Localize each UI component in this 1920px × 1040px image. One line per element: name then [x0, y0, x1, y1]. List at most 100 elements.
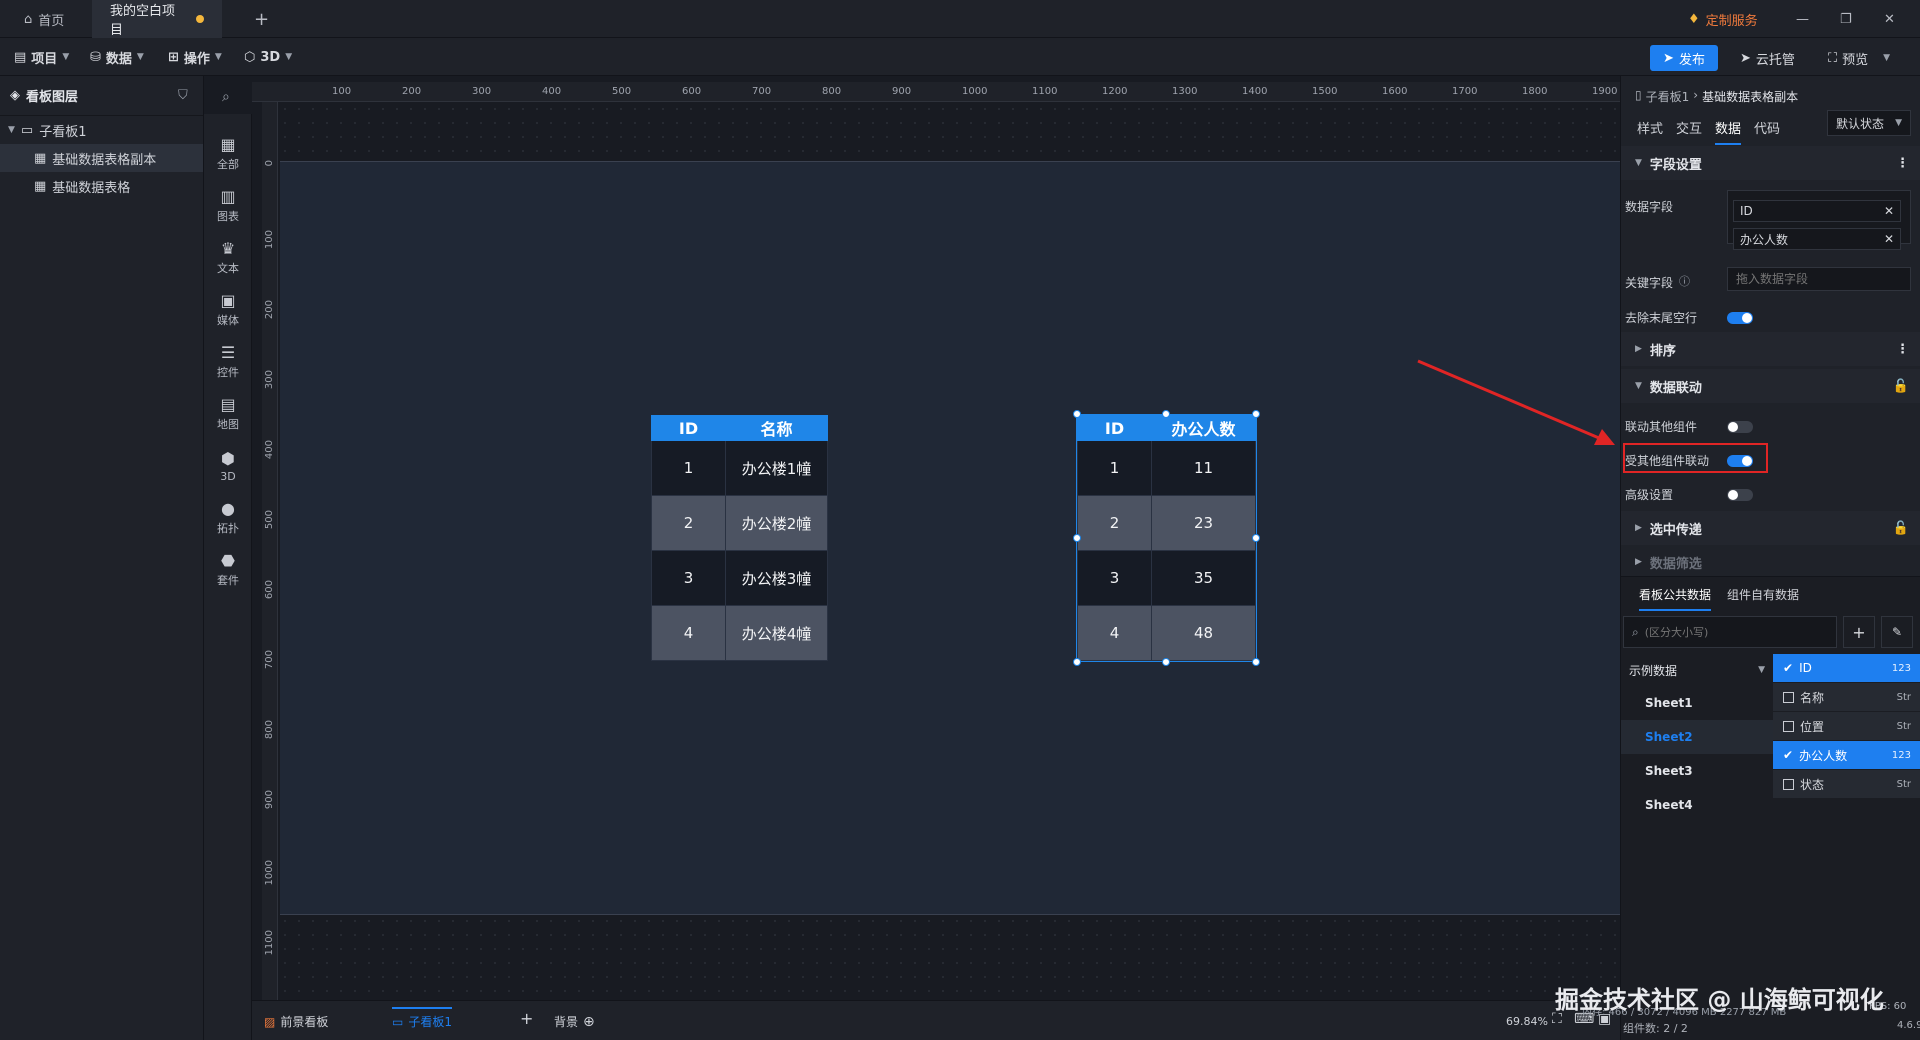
tab-home[interactable]: ⌂ 首页	[6, 0, 82, 38]
table-row[interactable]: 3 35	[1077, 550, 1256, 606]
table-row[interactable]: 2 23	[1077, 495, 1256, 551]
custom-service-button[interactable]: ♦ 定制服务	[1670, 0, 1776, 38]
tree-root[interactable]: ▼ ▭ 子看板1	[0, 116, 203, 144]
resize-handle[interactable]	[1073, 410, 1081, 418]
section-sort[interactable]: ▶ 排序 ⋮	[1621, 332, 1920, 366]
field-row-name[interactable]: 名称 Str	[1773, 683, 1920, 711]
resize-handle[interactable]	[1162, 410, 1170, 418]
field-row-headcount[interactable]: ✔ 办公人数 123	[1773, 741, 1920, 769]
resize-handle[interactable]	[1252, 410, 1260, 418]
sheet-item-selected[interactable]: Sheet2	[1645, 730, 1693, 744]
resize-handle[interactable]	[1162, 658, 1170, 666]
zoom-level[interactable]: 69.84%	[1506, 1015, 1548, 1028]
add-tab-button[interactable]: +	[236, 0, 287, 38]
sheet-item[interactable]: Sheet4	[1645, 798, 1693, 812]
dashboard-stage[interactable]	[280, 161, 1620, 915]
add-board-button[interactable]: +	[520, 1009, 533, 1028]
menu-3d[interactable]: ⬡ 3D ▼	[244, 38, 292, 76]
tool-map[interactable]: ▤ 地图	[204, 388, 252, 440]
tab-project[interactable]: 我的空白项目	[92, 0, 222, 38]
section-linkage[interactable]: ▼ 数据联动 🔓	[1621, 369, 1920, 403]
data-field-tag[interactable]: 办公人数 ✕	[1733, 228, 1901, 250]
add-data-button[interactable]: +	[1843, 616, 1875, 648]
linked-by-others-toggle[interactable]	[1727, 455, 1753, 467]
tab-data[interactable]: 数据	[1715, 118, 1742, 145]
tool-text[interactable]: ♛ 文本	[204, 232, 252, 284]
tool-control[interactable]: ☰ 控件	[204, 336, 252, 388]
table-row[interactable]: 4 办公楼4幢	[651, 605, 828, 661]
resize-handle[interactable]	[1073, 534, 1081, 542]
restore-button[interactable]: ❐	[1822, 0, 1870, 38]
tab-style[interactable]: 样式	[1637, 118, 1663, 137]
field-row-id[interactable]: ✔ ID 123	[1773, 654, 1920, 682]
sheet-item[interactable]: Sheet1	[1645, 696, 1693, 710]
ruler-tick-label: 0	[264, 160, 275, 167]
close-window-button[interactable]: ✕	[1866, 0, 1913, 38]
state-select[interactable]: 默认状态 ▼	[1827, 110, 1911, 136]
close-icon[interactable]: ✕	[1884, 204, 1894, 218]
table-row[interactable]: 4 48	[1077, 605, 1256, 661]
properties-panel: ▯ 子看板1 › 基础数据表格副本 样式 交互 数据 代码 默认状态 ▼ ▼ 字段设…	[1620, 76, 1920, 1040]
ruler-tick-label: 600	[264, 580, 275, 600]
tool-chart[interactable]: ▥ 图表	[204, 180, 252, 232]
tab-child-board[interactable]: ▭ 子看板1	[392, 1007, 452, 1030]
data-search-box[interactable]: ⌕	[1623, 616, 1837, 648]
breadcrumb-parent[interactable]: 子看板1	[1646, 88, 1690, 105]
field-row-status[interactable]: 状态 Str	[1773, 770, 1920, 798]
section-field-settings[interactable]: ▼ 字段设置 ⋮	[1621, 146, 1920, 180]
chevron-down-icon: ▼	[62, 52, 70, 62]
table-row[interactable]: 2 办公楼2幢	[651, 495, 828, 551]
field-row-location[interactable]: 位置 Str	[1773, 712, 1920, 740]
search-icon[interactable]: ⌕	[222, 89, 230, 105]
table-cell: 1	[1077, 440, 1152, 496]
resize-handle[interactable]	[1252, 534, 1260, 542]
data-table-original[interactable]: ID 名称 1 办公楼1幢 2 办公楼2幢 3 办公楼3幢 4 办公楼4幢	[651, 415, 828, 661]
database-icon: ⛁	[90, 49, 101, 65]
dataset-select[interactable]: 示例数据 ▼	[1629, 658, 1765, 682]
filter-icon[interactable]: ⛉	[178, 88, 188, 103]
data-table-copy[interactable]: ID 办公人数 1 11 2 23 3 35 4 48	[1076, 414, 1257, 662]
tool-all[interactable]: ▦ 全部	[204, 128, 252, 180]
data-search-input[interactable]	[1644, 625, 1815, 639]
version-label: 4.6.9	[1897, 1020, 1920, 1031]
section-select-pass[interactable]: ▶ 选中传递 🔓	[1621, 511, 1920, 545]
menu-data[interactable]: ⛁ 数据 ▼	[90, 38, 144, 76]
layer-item[interactable]: ▦ 基础数据表格	[0, 172, 203, 200]
edit-data-icon[interactable]: ✎	[1881, 616, 1913, 648]
section-data-filter[interactable]: ▶ 数据筛选	[1621, 548, 1920, 576]
chevron-down-icon: ▼	[214, 52, 222, 62]
publish-button[interactable]: ➤ 发布	[1650, 45, 1718, 71]
tool-topology[interactable]: ● 拓扑	[204, 492, 252, 544]
table-header-cell: ID	[1077, 415, 1152, 441]
data-field-tag[interactable]: ID ✕	[1733, 200, 1901, 222]
trim-empty-toggle[interactable]	[1727, 312, 1753, 324]
table-cell: 3	[651, 550, 726, 606]
help-icon[interactable]: ⓘ	[1679, 273, 1690, 289]
table-row[interactable]: 3 办公楼3幢	[651, 550, 828, 606]
tab-foreground-board[interactable]: ▨ 前景看板	[264, 1013, 328, 1030]
table-row[interactable]: 1 办公楼1幢	[651, 440, 828, 496]
advanced-toggle[interactable]	[1727, 489, 1753, 501]
tab-component-data[interactable]: 组件自有数据	[1727, 586, 1799, 603]
tab-public-data[interactable]: 看板公共数据	[1639, 586, 1712, 611]
preview-button[interactable]: ⛶ 预览 ▼	[1828, 45, 1890, 71]
link-others-toggle[interactable]	[1727, 421, 1753, 433]
ruler-tick-label: 800	[264, 720, 275, 740]
tool-kit[interactable]: ⬣ 套件	[204, 544, 252, 596]
menu-project[interactable]: ▤ 项目 ▼	[14, 38, 69, 76]
key-field-input[interactable]	[1727, 267, 1911, 291]
table-row[interactable]: 1 11	[1077, 440, 1256, 496]
cloud-host-button[interactable]: ➤ 云托管	[1740, 45, 1795, 71]
tab-background[interactable]: 背景 ⊕	[554, 1013, 595, 1030]
layer-item[interactable]: ▦ 基础数据表格副本	[0, 144, 203, 172]
resize-handle[interactable]	[1252, 658, 1260, 666]
close-icon[interactable]: ✕	[1884, 232, 1894, 246]
resize-handle[interactable]	[1073, 658, 1081, 666]
tab-code[interactable]: 代码	[1754, 118, 1780, 137]
tool-3d[interactable]: ⬢ 3D	[204, 440, 252, 492]
tab-interaction[interactable]: 交互	[1676, 118, 1702, 137]
tool-media[interactable]: ▣ 媒体	[204, 284, 252, 336]
menu-operate[interactable]: ⊞ 操作 ▼	[168, 38, 222, 76]
sheet-item[interactable]: Sheet3	[1645, 764, 1693, 778]
minimize-button[interactable]: —	[1778, 0, 1827, 38]
